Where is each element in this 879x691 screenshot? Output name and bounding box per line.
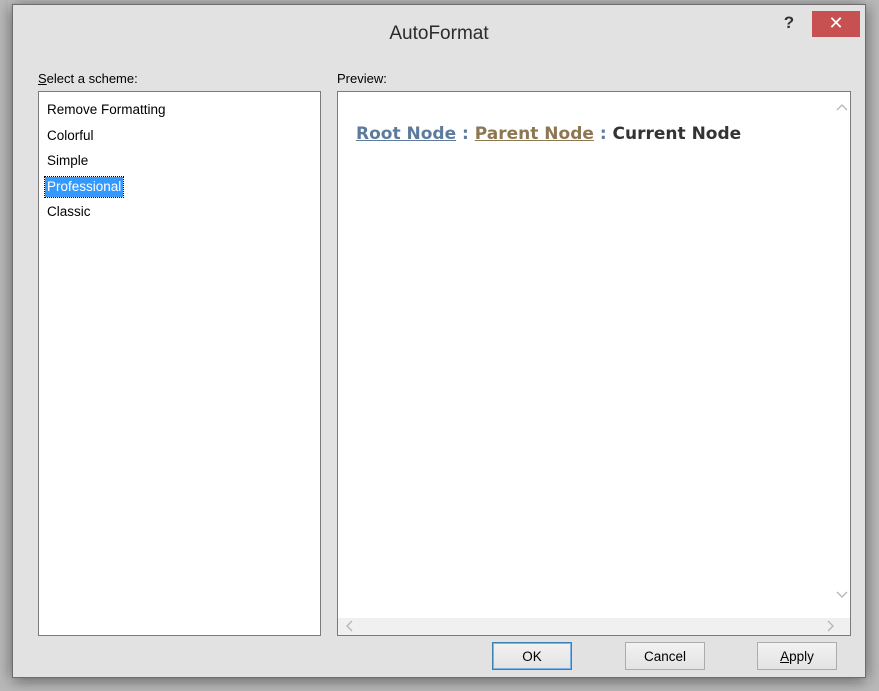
scheme-item-classic[interactable]: Classic (47, 202, 91, 222)
help-button[interactable]: ? (779, 13, 799, 35)
horizontal-scrollbar[interactable] (338, 618, 850, 635)
scheme-item-simple[interactable]: Simple (47, 151, 88, 171)
autoformat-dialog: AutoFormat ? ✕ Select a scheme: Remove F… (12, 4, 866, 678)
scheme-list-label: Select a scheme: (38, 71, 138, 86)
ok-button[interactable]: OK (492, 642, 572, 670)
scheme-list[interactable]: Remove Formatting Colorful Simple Profes… (38, 91, 321, 636)
breadcrumb-current-node: Current Node (612, 124, 742, 144)
vertical-scrollbar[interactable] (833, 92, 850, 617)
breadcrumb-separator: : (593, 124, 613, 144)
breadcrumb: Root Node : Parent Node : Current Node (356, 124, 741, 144)
chevron-down-icon[interactable] (835, 588, 849, 601)
scheme-item-remove-formatting[interactable]: Remove Formatting (47, 100, 166, 120)
preview-pane: Root Node : Parent Node : Current Node (337, 91, 851, 636)
window-title: AutoFormat (389, 23, 489, 44)
apply-button[interactable]: Apply (757, 642, 837, 670)
breadcrumb-parent-node[interactable]: Parent Node (475, 124, 594, 144)
breadcrumb-separator: : (456, 124, 475, 144)
help-icon: ? (783, 13, 795, 32)
close-button[interactable]: ✕ (812, 11, 860, 37)
cancel-button[interactable]: Cancel (625, 642, 705, 670)
preview-label: Preview: (337, 71, 387, 86)
chevron-left-icon[interactable] (342, 620, 356, 634)
title-bar[interactable]: AutoFormat ? ✕ (13, 5, 865, 63)
chevron-up-icon[interactable] (835, 100, 849, 113)
chevron-right-icon[interactable] (824, 620, 838, 634)
close-icon: ✕ (828, 13, 844, 33)
scheme-item-colorful[interactable]: Colorful (47, 126, 94, 146)
scheme-item-professional[interactable]: Professional (43, 176, 125, 198)
breadcrumb-root-node[interactable]: Root Node (356, 124, 456, 144)
